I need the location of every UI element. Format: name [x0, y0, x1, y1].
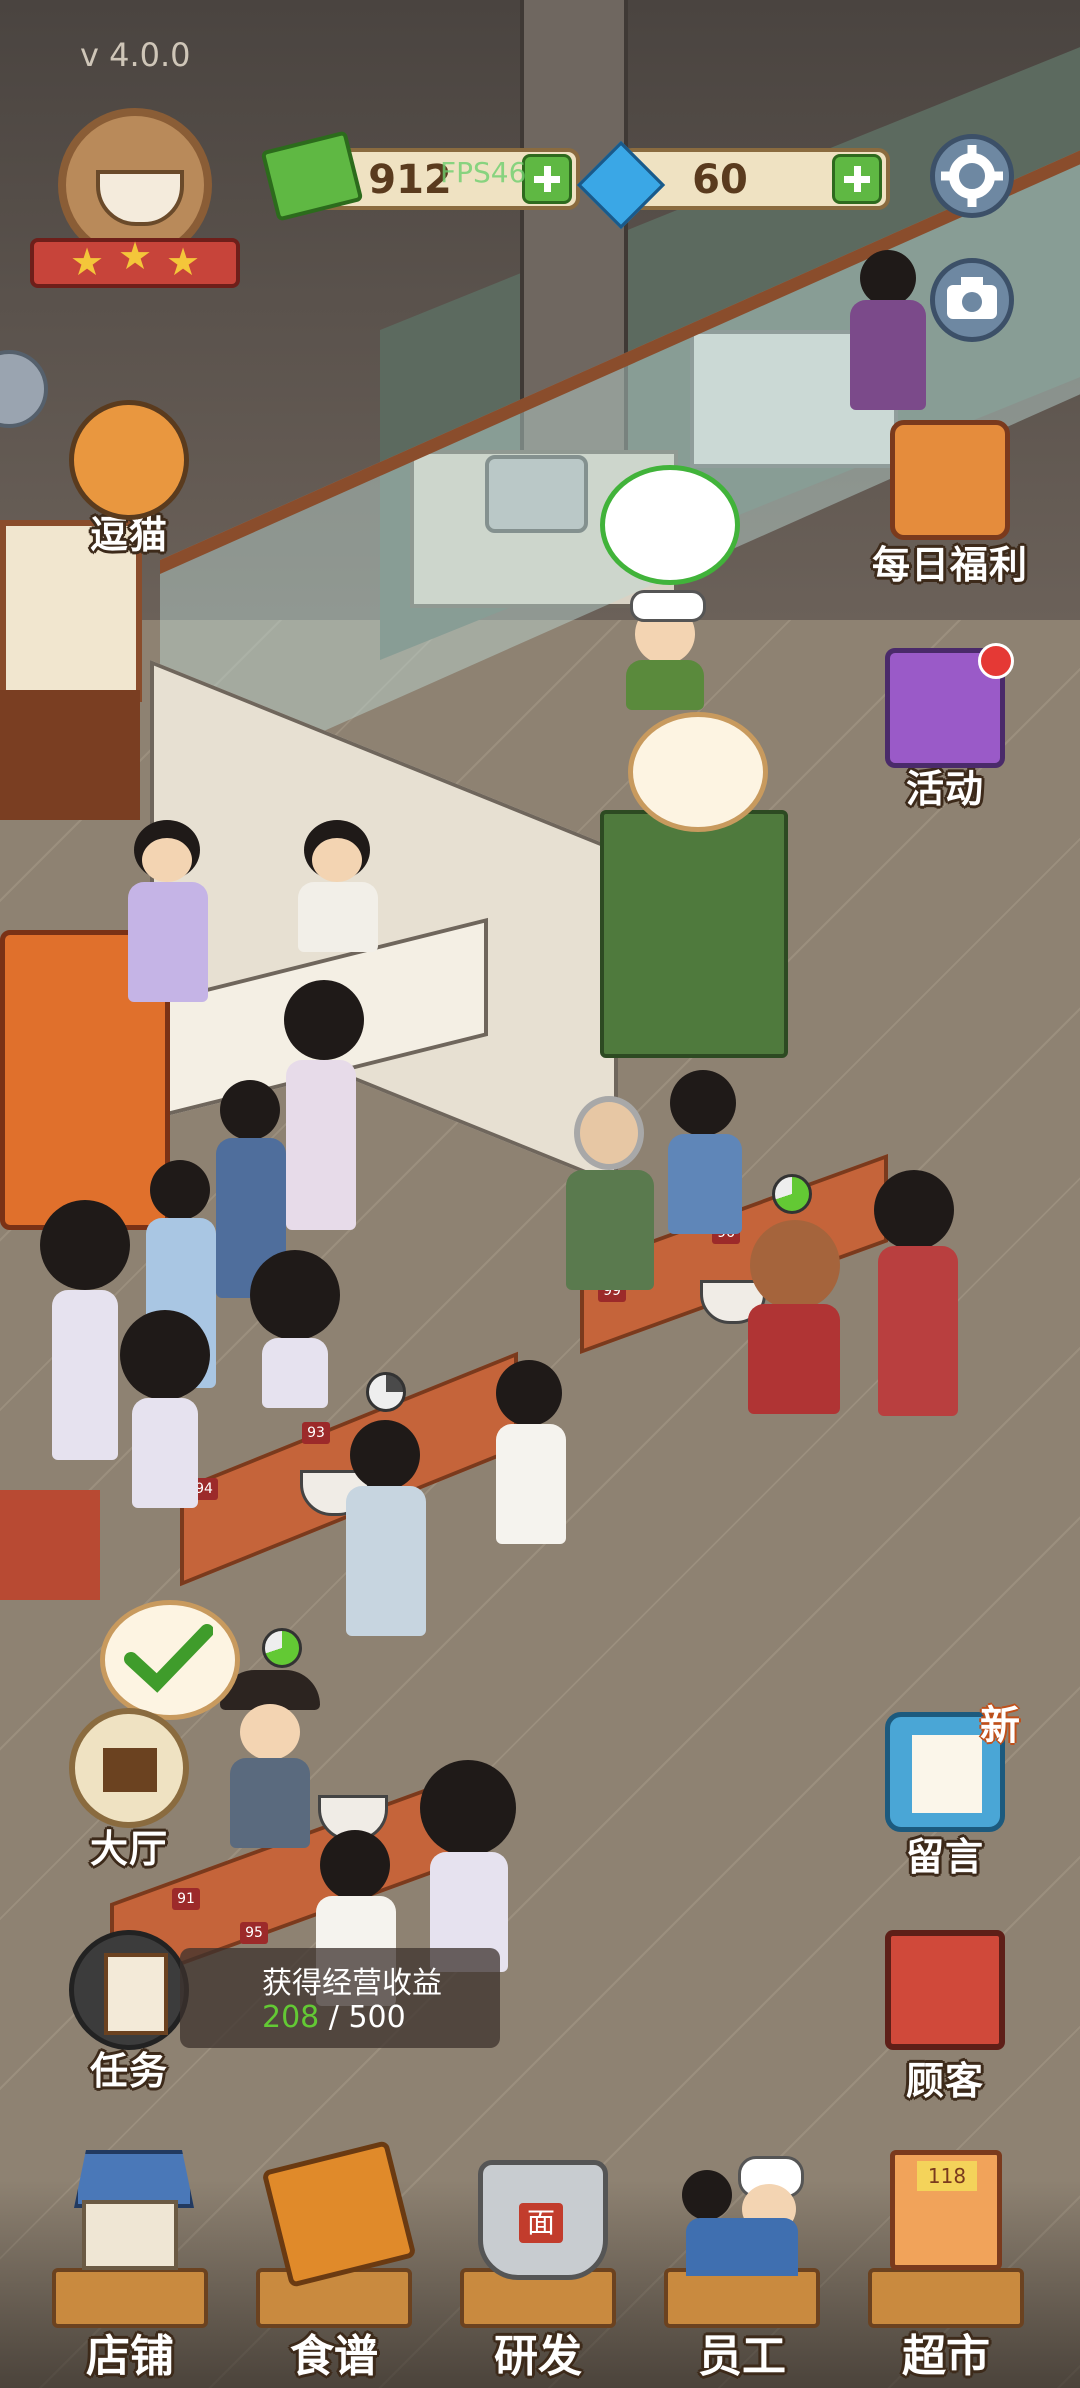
- nav-market[interactable]: 118 超市: [846, 2120, 1046, 2388]
- shop-house-icon: [74, 2150, 194, 2270]
- diner-customer[interactable]: [660, 1070, 750, 1240]
- eating-timer-icon: [772, 1174, 812, 1214]
- recipe-book-icon: [261, 2140, 417, 2288]
- market-sign: 118: [917, 2161, 977, 2191]
- cat-icon: [69, 400, 189, 520]
- diner-customer[interactable]: [420, 1760, 520, 1980]
- message-button[interactable]: 新 留言: [880, 1703, 1020, 1881]
- diner-customer[interactable]: [220, 1670, 320, 1850]
- nav-market-label: 超市: [902, 2331, 990, 2382]
- activity-button[interactable]: 活动: [880, 643, 1014, 813]
- settings-button[interactable]: [930, 134, 1014, 218]
- diner-customer[interactable]: [340, 1420, 430, 1640]
- fridge-bubble[interactable]: [628, 712, 768, 832]
- order-bubble-noodle[interactable]: [600, 465, 740, 585]
- daily-reward-button[interactable]: 每日福利: [860, 420, 1040, 589]
- version-label: v 4.0.0: [80, 36, 191, 74]
- nav-staff-label: 员工: [698, 2331, 786, 2382]
- star-icon: ★: [118, 234, 153, 278]
- star-icon: ★: [166, 240, 201, 284]
- seat-number-tag: 95: [240, 1922, 268, 1944]
- notepad-icon: 新: [885, 1703, 1020, 1832]
- chef-character[interactable]: [620, 590, 710, 710]
- served-bubble[interactable]: [100, 1600, 240, 1720]
- waiter-character[interactable]: [120, 820, 210, 1010]
- diner-customer[interactable]: [490, 1360, 570, 1560]
- gear-icon: [941, 145, 1003, 207]
- daily-reward-label: 每日福利: [871, 543, 1028, 587]
- eating-timer-icon: [262, 1628, 302, 1668]
- task-current: 208: [262, 2000, 320, 2035]
- book-icon: [885, 1930, 1005, 2050]
- diner-customer[interactable]: [870, 1170, 970, 1420]
- task-button[interactable]: 任务: [64, 1930, 194, 2095]
- cat-button[interactable]: 逗猫: [64, 400, 194, 559]
- red-rug: [0, 1490, 100, 1600]
- eating-timer-icon: [366, 1372, 406, 1412]
- diner-customer[interactable]: [740, 1220, 850, 1420]
- fridge: [600, 810, 788, 1058]
- hall-button[interactable]: 大厅: [64, 1708, 194, 1873]
- pot-icon: 面: [478, 2160, 608, 2280]
- check-icon: [124, 1624, 213, 1693]
- restaurant-badge[interactable]: ★ ★ ★: [30, 100, 240, 300]
- game-scene: 99 96 93 94 91 95: [0, 0, 1080, 2388]
- seat-number-tag: 93: [302, 1422, 330, 1444]
- customer-label: 顾客: [905, 2059, 984, 2103]
- bottom-nav: 店铺 食谱 面 研发 员工 118 超市: [0, 2120, 1080, 2388]
- clipboard-icon: [69, 1930, 189, 2050]
- seat-number-tag: 91: [172, 1888, 200, 1910]
- nav-recipe[interactable]: 食谱: [234, 2120, 434, 2388]
- queue-customer[interactable]: [250, 1250, 340, 1410]
- star-icon: ★: [70, 240, 105, 284]
- add-cash-button[interactable]: [522, 154, 572, 204]
- screenshot-button[interactable]: [930, 258, 1014, 342]
- fps-overlay: FPS46: [440, 156, 527, 189]
- message-label: 留言: [905, 1835, 984, 1879]
- queue-customer[interactable]: [120, 1310, 210, 1510]
- task-title: 获得经营收益: [262, 1966, 442, 2001]
- queue-customer[interactable]: [40, 1200, 130, 1470]
- staff-icon: [682, 2156, 804, 2276]
- queue-customer[interactable]: [280, 980, 364, 1240]
- shelf-bottles: [0, 690, 140, 820]
- red-dot-badge: [978, 643, 1014, 679]
- task-separator: /: [319, 2000, 349, 2035]
- nav-recipe-label: 食谱: [290, 2331, 378, 2382]
- nav-research[interactable]: 面 研发: [438, 2120, 638, 2388]
- gem-bar: 60: [620, 148, 890, 210]
- market-stall-icon: 118: [890, 2150, 1002, 2270]
- new-badge: 新: [980, 1703, 1020, 1749]
- nav-shop[interactable]: 店铺: [30, 2120, 230, 2388]
- nav-shop-label: 店铺: [86, 2331, 174, 2382]
- customer-button[interactable]: 顾客: [880, 1930, 1010, 2105]
- hall-icon: [69, 1708, 189, 1828]
- camera-icon: [947, 277, 997, 319]
- nav-staff[interactable]: 员工: [642, 2120, 842, 2388]
- cashier-character[interactable]: [290, 820, 380, 960]
- task-progress-panel[interactable]: 获得经营收益 208 / 500: [180, 1948, 500, 2048]
- nav-research-label: 研发: [494, 2331, 582, 2382]
- task-total: 500: [348, 2000, 406, 2035]
- gift-box-icon: [885, 643, 1014, 768]
- pot-label: 面: [519, 2203, 563, 2243]
- tv-icon: [890, 420, 1010, 540]
- add-gems-button[interactable]: [832, 154, 882, 204]
- diner-customer[interactable]: [560, 1090, 660, 1310]
